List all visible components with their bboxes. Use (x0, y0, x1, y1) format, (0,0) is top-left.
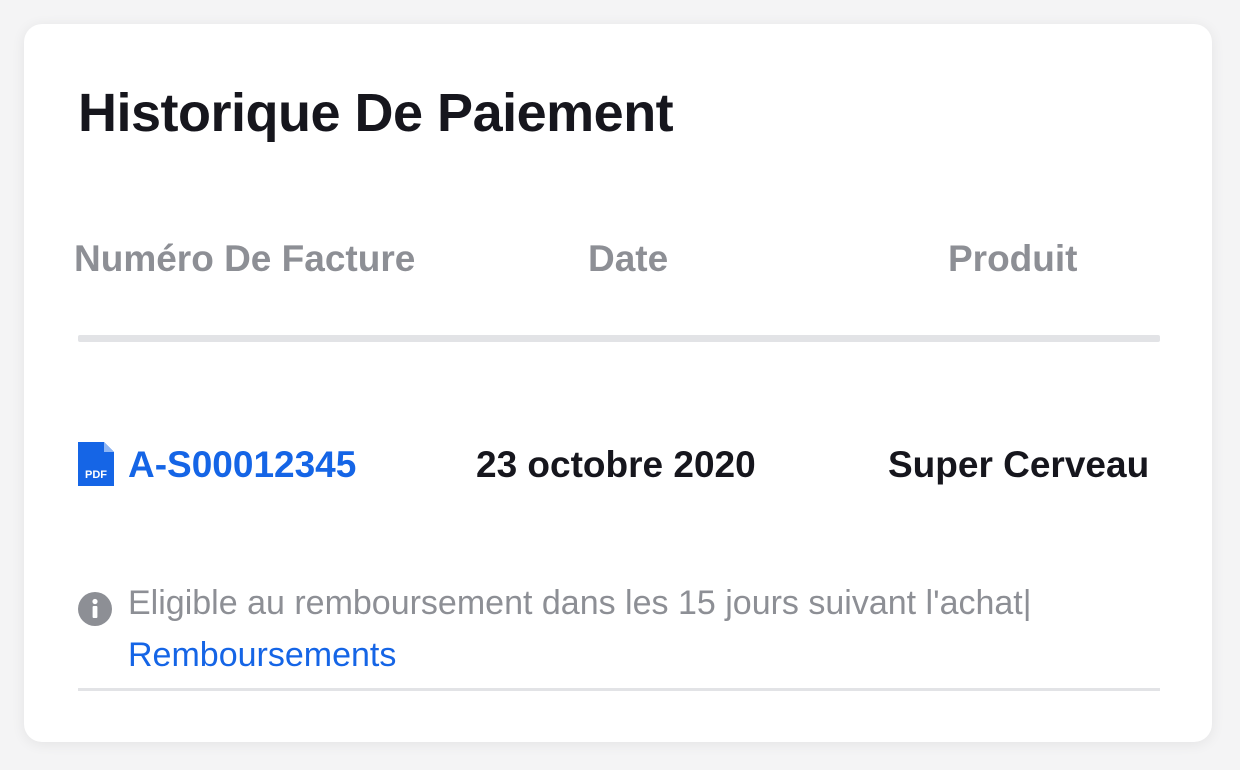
refund-eligibility-text: Eligible au remboursement dans les 15 jo… (128, 584, 1032, 622)
table-row: PDF A-S00012345 23 octobre 2020 Super Ce… (78, 436, 1188, 500)
column-header-date: Date (588, 238, 669, 279)
payment-history-card: Historique De Paiement Numéro De Facture… (24, 24, 1212, 742)
info-icon (78, 592, 112, 626)
column-header-product: Produit (948, 238, 1078, 279)
invoice-number-link[interactable]: A-S00012345 (128, 444, 356, 486)
column-header-invoice-number: Numéro De Facture (74, 238, 416, 279)
page-title: Historique De Paiement (78, 83, 674, 143)
invoice-product: Super Cerveau (888, 444, 1150, 485)
header-divider (78, 335, 1160, 342)
pdf-icon-label: PDF (85, 469, 107, 481)
refunds-link[interactable]: Remboursements (128, 636, 396, 675)
footer-divider (78, 688, 1160, 691)
pdf-file-icon[interactable]: PDF (78, 442, 114, 486)
invoice-date: 23 octobre 2020 (476, 444, 756, 485)
